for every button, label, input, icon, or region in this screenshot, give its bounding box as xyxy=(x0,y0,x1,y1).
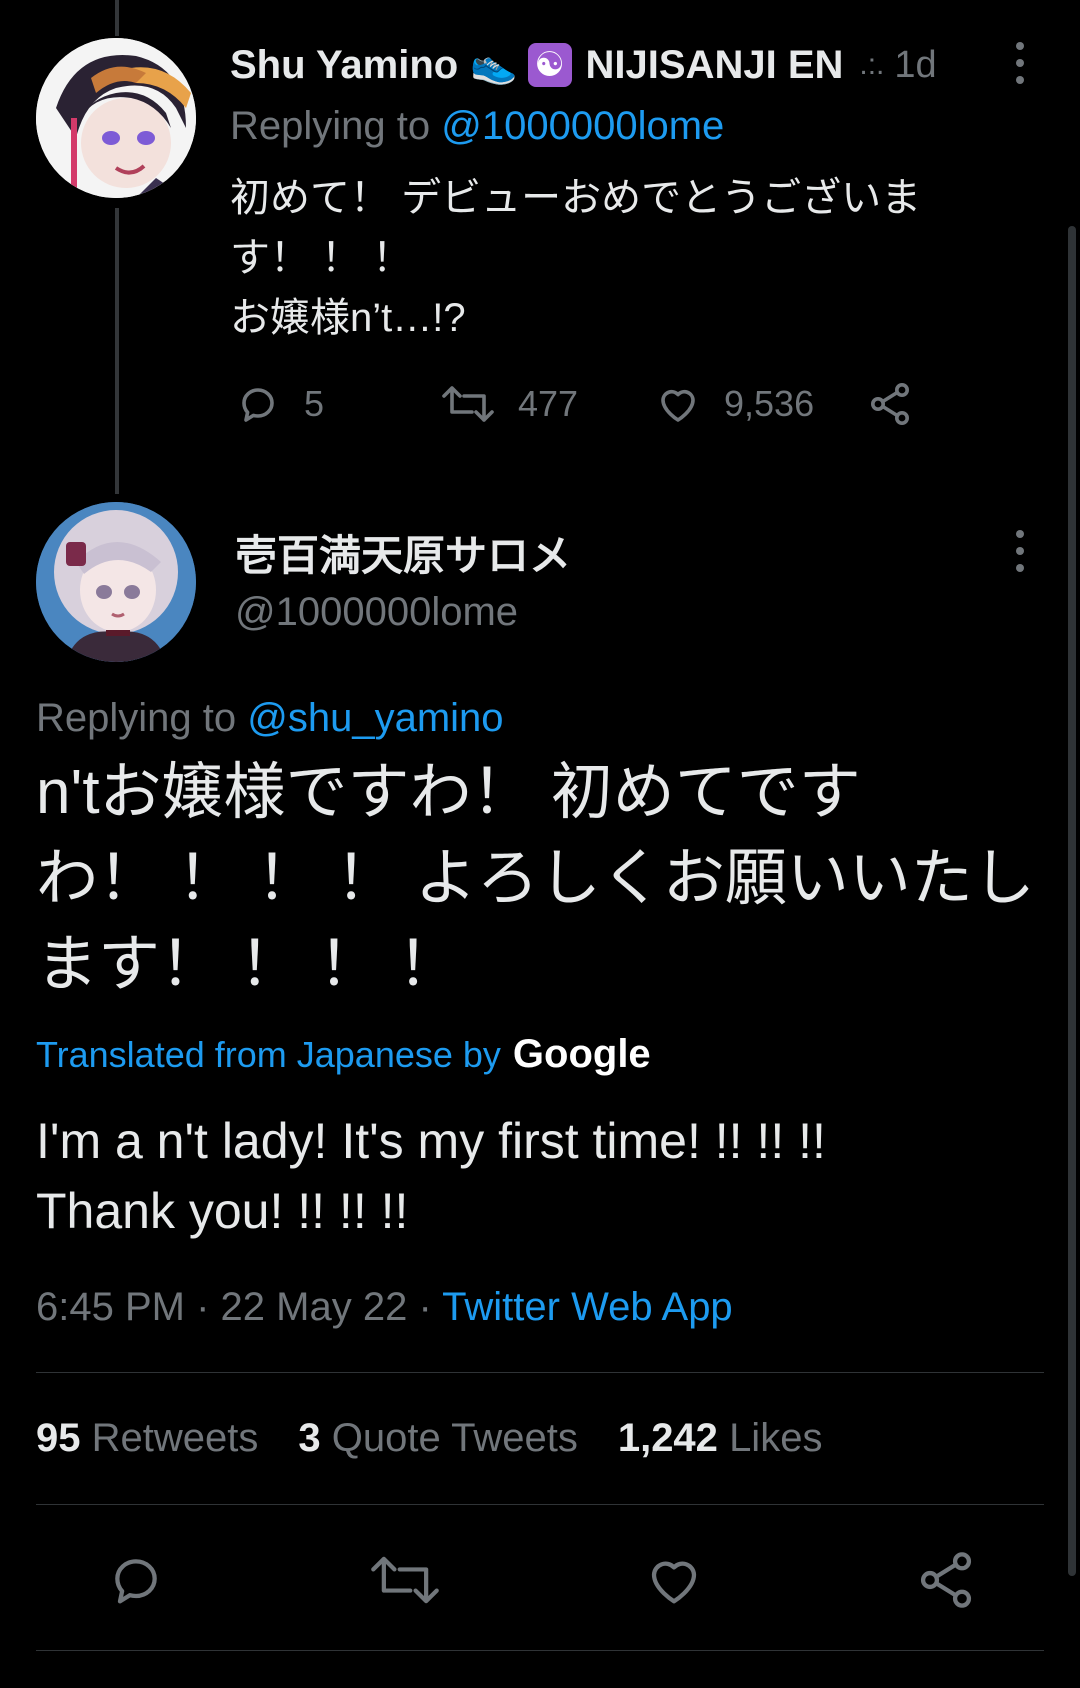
parent-share-button[interactable] xyxy=(866,380,914,428)
thread-line-bottom xyxy=(115,208,119,494)
yin-yang-emoji-icon: ☯ xyxy=(527,43,572,87)
main-text-line3: ます！ ！ ！ ！ xyxy=(36,930,460,999)
retweets-stat[interactable]: 95 Retweets xyxy=(36,1416,258,1461)
reply-icon xyxy=(242,388,274,422)
parent-replying-line: Replying to @1000000lome xyxy=(230,104,724,149)
retweet-button[interactable] xyxy=(368,1548,442,1612)
likes-label: Likes xyxy=(729,1416,823,1460)
avatar-salome[interactable] xyxy=(36,502,196,662)
translation-line1: I'm a n't lady! It's my first time! !! !… xyxy=(36,1113,826,1169)
parent-text-line1: 初めて！ デビューおめでとうございま xyxy=(230,176,922,220)
main-replying-handle[interactable]: @shu_yamino xyxy=(247,696,503,740)
like-icon xyxy=(661,389,695,422)
reply-icon xyxy=(115,1559,157,1604)
tweet-source[interactable]: Twitter Web App xyxy=(442,1285,733,1329)
parent-retweet-count: 477 xyxy=(518,383,579,424)
stats-row: 95 Retweets 3 Quote Tweets 1,242 Likes xyxy=(36,1416,822,1461)
parent-reply-button[interactable]: 5 xyxy=(234,380,324,428)
share-icon xyxy=(871,383,909,425)
quotes-label: Quote Tweets xyxy=(331,1416,578,1460)
parent-replying-handle[interactable]: @1000000lome xyxy=(441,104,724,148)
likes-stat[interactable]: 1,242 Likes xyxy=(618,1416,823,1461)
main-more-icon[interactable] xyxy=(1008,530,1032,572)
share-button[interactable] xyxy=(914,1548,978,1612)
like-button[interactable] xyxy=(642,1548,706,1612)
main-replying-line: Replying to @shu_yamino xyxy=(36,696,504,741)
parent-org-name: NIJISANJI EN xyxy=(585,42,844,87)
quotes-count: 3 xyxy=(298,1416,321,1460)
timestamp-separator-1: · xyxy=(196,1285,210,1329)
parent-display-name: Shu Yamino xyxy=(230,42,459,87)
parent-reply-count: 5 xyxy=(304,383,325,424)
timestamp-separator-2: · xyxy=(418,1285,432,1329)
main-tweet-text: n'tお嬢様ですわ！ 初めてです わ！ ！ ！ ！ よろしくお願いいたし ます！… xyxy=(36,750,1035,1008)
parent-time-ago[interactable]: 1d xyxy=(894,44,936,87)
parent-like-count: 9,536 xyxy=(724,383,815,424)
parent-replying-prefix: Replying to xyxy=(230,104,431,148)
retweet-icon xyxy=(371,1556,439,1604)
divider-footer xyxy=(36,1650,1044,1651)
quotes-stat[interactable]: 3 Quote Tweets xyxy=(298,1416,577,1461)
main-handle[interactable]: @1000000lome xyxy=(235,590,518,635)
main-text-line1: n'tお嬢様ですわ！ 初めてです xyxy=(36,758,861,827)
tweet-timestamp-line: 6:45 PM · 22 May 22 · Twitter Web App xyxy=(36,1285,733,1330)
translated-text: I'm a n't lady! It's my first time! !! !… xyxy=(36,1106,826,1246)
share-icon xyxy=(920,1552,972,1608)
parent-text-line2: す！ ！ ！ xyxy=(230,236,413,280)
main-text-line2: わ！ ！ ！ ！ よろしくお願いいたし xyxy=(36,844,1035,913)
reply-button[interactable] xyxy=(104,1548,168,1612)
parent-like-button[interactable]: 9,536 xyxy=(654,380,814,428)
parent-retweet-button[interactable]: 477 xyxy=(440,380,578,428)
parent-more-icon[interactable] xyxy=(1008,42,1032,84)
tweet-date[interactable]: 22 May 22 xyxy=(221,1285,408,1329)
scrollbar[interactable] xyxy=(1068,226,1076,1576)
like-icon xyxy=(651,1561,697,1604)
parent-tweet-text: 初めて！ デビューおめでとうございま す！ ！ ！ お嬢様n’t…!? xyxy=(230,168,921,348)
retweet-icon xyxy=(442,386,494,422)
translated-label: Translated from Japanese by xyxy=(36,1034,501,1075)
retweets-count: 95 xyxy=(36,1416,81,1460)
google-logo: Google xyxy=(512,1032,651,1076)
parent-text-line3: お嬢様n’t…!? xyxy=(230,296,466,340)
translation-line2: Thank you! !! !! !! xyxy=(36,1183,409,1239)
main-replying-prefix: Replying to xyxy=(36,696,237,740)
translation-attribution[interactable]: Translated from Japanese by Google xyxy=(36,1032,651,1077)
sneaker-emoji-icon: 👟 xyxy=(470,44,518,86)
name-truncation: .:. xyxy=(859,48,885,81)
main-display-name[interactable]: 壱百満天原サロメ xyxy=(235,522,571,583)
divider-bottom xyxy=(36,1504,1044,1505)
retweets-label: Retweets xyxy=(91,1416,259,1460)
thread-line-top xyxy=(115,0,119,36)
avatar-shu[interactable] xyxy=(36,38,196,198)
divider-top xyxy=(36,1372,1044,1373)
tweet-time[interactable]: 6:45 PM xyxy=(36,1285,185,1329)
likes-count: 1,242 xyxy=(617,1416,718,1460)
parent-author-line[interactable]: Shu Yamino 👟 ☯ NIJISANJI EN .:. 1d xyxy=(230,40,990,90)
